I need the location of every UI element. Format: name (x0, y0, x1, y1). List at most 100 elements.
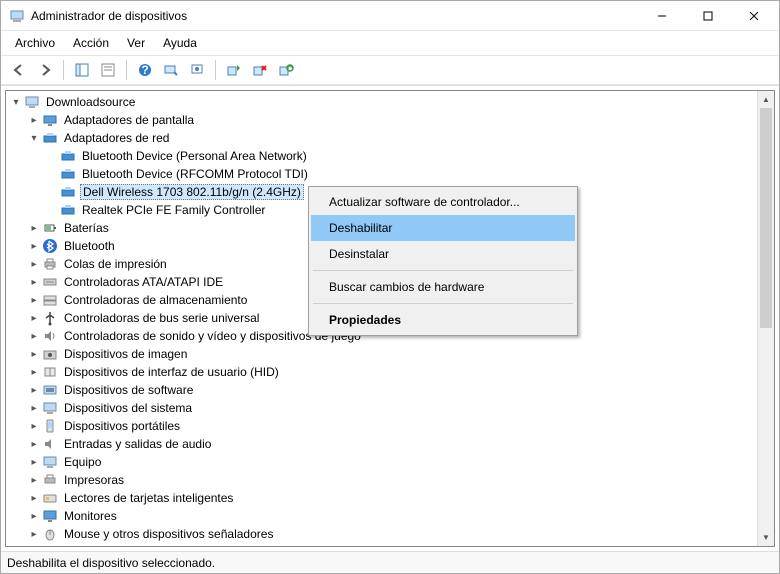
tree-label: Mouse y otros dispositivos señaladores (62, 527, 275, 541)
menu-accion[interactable]: Acción (65, 33, 117, 53)
menubar: Archivo Acción Ver Ayuda (1, 31, 779, 55)
show-hide-tree-button[interactable] (70, 58, 94, 82)
tree-item[interactable]: ▸ Dispositivos portátiles (6, 417, 774, 435)
scroll-up-icon[interactable]: ▲ (758, 91, 774, 108)
expand-icon[interactable]: ▸ (28, 510, 40, 522)
tree-item[interactable]: ▸ Adaptadores de pantalla (6, 111, 774, 129)
expand-icon[interactable]: ▸ (28, 528, 40, 540)
app-icon (9, 8, 25, 24)
expand-icon[interactable]: ▸ (28, 456, 40, 468)
network-adapter-icon (60, 166, 76, 182)
expand-icon[interactable]: ▸ (28, 474, 40, 486)
tree-label: Baterías (62, 221, 111, 235)
expand-icon[interactable]: ▸ (28, 546, 40, 547)
scroll-down-icon[interactable]: ▼ (758, 529, 774, 546)
printer-icon (42, 472, 58, 488)
tree-item[interactable]: ▸ Dispositivos de interfaz de usuario (H… (6, 363, 774, 381)
menu-uninstall[interactable]: Desinstalar (311, 241, 575, 267)
tree-label: Realtek PCIe FE Family Controller (80, 203, 267, 217)
menu-archivo[interactable]: Archivo (7, 33, 63, 53)
tree-label: Dispositivos del sistema (62, 401, 194, 415)
tree-item[interactable]: ▾ Adaptadores de red (6, 129, 774, 147)
tree-label: Impresoras (62, 473, 126, 487)
tree-item[interactable]: Bluetooth Device (RFCOMM Protocol TDI) (6, 165, 774, 183)
expand-icon[interactable]: ▸ (28, 366, 40, 378)
expand-icon[interactable]: ▸ (28, 348, 40, 360)
minimize-button[interactable] (639, 1, 685, 31)
expand-icon[interactable]: ▸ (28, 438, 40, 450)
tree-label: Procesadores (62, 545, 140, 547)
spacer (46, 168, 58, 180)
close-button[interactable] (731, 1, 777, 31)
help-button[interactable]: ? (133, 58, 157, 82)
display-adapter-icon (42, 112, 58, 128)
toolbar-separator (126, 60, 127, 80)
menu-update-driver[interactable]: Actualizar software de controlador... (311, 189, 575, 215)
forward-button[interactable] (33, 58, 57, 82)
tree-label: Equipo (62, 455, 103, 469)
menu-ayuda[interactable]: Ayuda (155, 33, 205, 53)
audio-io-icon (42, 436, 58, 452)
tree-item[interactable]: ▸ Monitores (6, 507, 774, 525)
collapse-icon[interactable]: ▾ (28, 132, 40, 144)
expand-icon[interactable]: ▸ (28, 258, 40, 270)
update-driver-button[interactable] (222, 58, 246, 82)
tree-item[interactable]: Bluetooth Device (Personal Area Network) (6, 147, 774, 165)
devices-button[interactable] (185, 58, 209, 82)
expand-icon[interactable]: ▸ (28, 240, 40, 252)
tree-item[interactable]: ▸ Dispositivos de imagen (6, 345, 774, 363)
mouse-icon (42, 526, 58, 542)
tree-item[interactable]: ▸ Lectores de tarjetas inteligentes (6, 489, 774, 507)
menu-separator (313, 303, 573, 304)
tree-label: Controladoras de almacenamiento (62, 293, 249, 307)
sound-icon (42, 328, 58, 344)
expand-icon[interactable]: ▸ (28, 222, 40, 234)
tree-item[interactable]: ▸ Procesadores (6, 543, 774, 547)
spacer (46, 204, 58, 216)
tree-label: Monitores (62, 509, 119, 523)
expand-icon[interactable]: ▸ (28, 312, 40, 324)
disable-device-button[interactable] (248, 58, 272, 82)
properties-button[interactable] (96, 58, 120, 82)
tree-label: Bluetooth Device (RFCOMM Protocol TDI) (80, 167, 310, 181)
tree-label: Dispositivos de interfaz de usuario (HID… (62, 365, 281, 379)
expand-icon[interactable]: ▸ (28, 294, 40, 306)
network-adapter-icon (60, 184, 76, 200)
maximize-button[interactable] (685, 1, 731, 31)
expand-icon[interactable]: ▸ (28, 276, 40, 288)
tree-item[interactable]: ▸ Entradas y salidas de audio (6, 435, 774, 453)
tree-label: Controladoras de bus serie universal (62, 311, 261, 325)
menu-properties[interactable]: Propiedades (311, 307, 575, 333)
menu-scan-hardware[interactable]: Buscar cambios de hardware (311, 274, 575, 300)
tree-item[interactable]: ▸ Equipo (6, 453, 774, 471)
expand-icon[interactable]: ▸ (28, 330, 40, 342)
scroll-thumb[interactable] (760, 108, 772, 328)
menu-disable[interactable]: Deshabilitar (311, 215, 575, 241)
tree-root[interactable]: ▾ Downloadsource (6, 93, 774, 111)
tree-item[interactable]: ▸ Dispositivos del sistema (6, 399, 774, 417)
expand-icon[interactable]: ▸ (28, 114, 40, 126)
expand-icon[interactable]: ▸ (28, 384, 40, 396)
tree-item[interactable]: ▸ Mouse y otros dispositivos señaladores (6, 525, 774, 543)
expand-icon[interactable]: ▸ (28, 402, 40, 414)
tree-label: Dispositivos de imagen (62, 347, 189, 361)
usb-icon (42, 310, 58, 326)
tree-label: Dispositivos de software (62, 383, 195, 397)
monitor-icon (42, 508, 58, 524)
tree-label: Downloadsource (44, 95, 137, 109)
tree-item[interactable]: ▸ Dispositivos de software (6, 381, 774, 399)
storage-icon (42, 292, 58, 308)
hid-icon (42, 364, 58, 380)
network-adapter-icon (60, 148, 76, 164)
vertical-scrollbar[interactable]: ▲ ▼ (757, 91, 774, 546)
tree-label: Entradas y salidas de audio (62, 437, 213, 451)
back-button[interactable] (7, 58, 31, 82)
uninstall-button[interactable] (274, 58, 298, 82)
collapse-icon[interactable]: ▾ (10, 96, 22, 108)
menu-ver[interactable]: Ver (119, 33, 153, 53)
expand-icon[interactable]: ▸ (28, 420, 40, 432)
tree-label: Dell Wireless 1703 802.11b/g/n (2.4GHz) (80, 184, 304, 200)
expand-icon[interactable]: ▸ (28, 492, 40, 504)
tree-item[interactable]: ▸ Impresoras (6, 471, 774, 489)
scan-button[interactable] (159, 58, 183, 82)
